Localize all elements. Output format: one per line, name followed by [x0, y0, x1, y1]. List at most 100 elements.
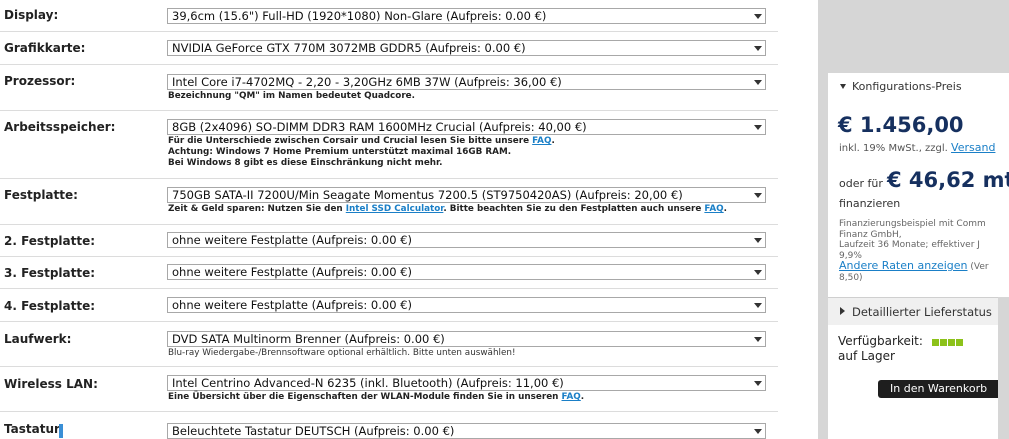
- drive-hint: Blu-ray Wiedergabe-/Brennsoftware option…: [168, 348, 516, 358]
- hint-text: . Bitte beachten Sie zu den Festplatten …: [443, 204, 705, 214]
- memory-select[interactable]: 8GB (2x4096) SO-DIMM DDR3 RAM 1600MHz Cr…: [167, 119, 766, 135]
- select-value: ohne weitere Festplatte (Aufpreis: 0.00 …: [172, 265, 412, 279]
- memory-warning: Achtung: Windows 7 Home Premium unterstü…: [168, 147, 512, 157]
- row-label: Laufwerk:: [4, 332, 72, 346]
- delivery-status-label: Detaillierter Lieferstatus: [852, 305, 992, 319]
- availability-indicator-icon: [932, 339, 939, 346]
- shipping-link[interactable]: Versand: [951, 141, 995, 154]
- select-value: ohne weitere Festplatte (Aufpreis: 0.00 …: [172, 298, 412, 312]
- harddisk-2-select[interactable]: ohne weitere Festplatte (Aufpreis: 0.00 …: [167, 232, 766, 248]
- hint-text: .: [723, 204, 728, 214]
- config-row-wlan: Wireless LAN: Intel Centrino Advanced-N …: [0, 367, 778, 412]
- select-value: DVD SATA Multinorm Brenner (Aufpreis: 0.…: [172, 332, 445, 346]
- processor-hint: Bezeichnung "QM" im Namen bedeutet Quadc…: [168, 91, 415, 101]
- hint-text: Eine Übersicht über die Eigenschaften de…: [168, 392, 562, 402]
- example-line: 8,50): [839, 272, 863, 283]
- row-label: Grafikkarte:: [4, 41, 86, 55]
- memory-warning: Bei Windows 8 gibt es diese Einschränkun…: [168, 158, 443, 168]
- hint-text: .: [551, 136, 555, 146]
- vat-note: inkl. 19% MwSt., zzgl. Versand: [839, 141, 995, 154]
- vat-text: inkl. 19% MwSt., zzgl.: [839, 143, 952, 154]
- harddisk-3-select[interactable]: ohne weitere Festplatte (Aufpreis: 0.00 …: [167, 264, 766, 280]
- select-value: NVIDIA GeForce GTX 770M 3072MB GDDR5 (Au…: [172, 41, 526, 55]
- triangle-down-icon: [840, 84, 846, 89]
- wlan-hint: Eine Übersicht über die Eigenschaften de…: [168, 392, 584, 403]
- hint-text: Für die Unterschiede zwischen Corsair un…: [168, 136, 533, 146]
- other-rates-line: Andere Raten anzeigen (Ver: [839, 259, 989, 273]
- other-rates-suffix: (Ver: [970, 262, 989, 272]
- config-row-display: Display: 39,6cm (15.6") Full-HD (1920*10…: [0, 0, 778, 32]
- select-value: 8GB (2x4096) SO-DIMM DDR3 RAM 1600MHz Cr…: [172, 120, 587, 134]
- price-box: Konfigurations-Preis € 1.456,00 inkl. 19…: [828, 73, 1009, 297]
- availability-indicator-icon: [948, 339, 955, 346]
- triangle-right-icon: [840, 307, 845, 315]
- dropdown-arrow-icon: [754, 125, 762, 130]
- harddisk-4-select[interactable]: ohne weitere Festplatte (Aufpreis: 0.00 …: [167, 297, 766, 313]
- price-box-title: Konfigurations-Preis: [852, 80, 962, 93]
- config-row-harddisk-4: 4. Festplatte: ohne weitere Festplatte (…: [0, 289, 778, 322]
- select-value: Beleuchtete Tastatur DEUTSCH (Aufpreis: …: [172, 424, 455, 438]
- row-label: Arbeitsspeicher:: [4, 120, 116, 134]
- wlan-select[interactable]: Intel Centrino Advanced-N 6235 (inkl. Bl…: [167, 375, 766, 391]
- config-row-harddisk: Festplatte: 750GB SATA-II 7200U/Min Seag…: [0, 179, 778, 225]
- config-row-processor: Prozessor: Intel Core i7-4702MQ - 2,20 -…: [0, 65, 778, 111]
- harddisk-select[interactable]: 750GB SATA-II 7200U/Min Seagate Momentus…: [167, 187, 766, 203]
- harddisk-faq-link[interactable]: FAQ: [704, 204, 723, 214]
- availability-indicator-icon: [940, 339, 947, 346]
- select-value: Intel Centrino Advanced-N 6235 (inkl. Bl…: [172, 376, 564, 390]
- other-rates-link[interactable]: Andere Raten anzeigen: [839, 259, 968, 272]
- config-row-memory: Arbeitsspeicher: 8GB (2x4096) SO-DIMM DD…: [0, 111, 778, 179]
- example-line: Finanzierungsbeispiel mit Comm: [839, 219, 986, 229]
- processor-select[interactable]: Intel Core i7-4702MQ - 2,20 - 3,20GHz 6M…: [167, 74, 766, 90]
- dropdown-arrow-icon: [754, 303, 762, 308]
- add-to-cart-button[interactable]: In den Warenkorb: [878, 380, 998, 398]
- wlan-faq-link[interactable]: FAQ: [562, 392, 581, 402]
- config-row-keyboard: Tastatur Beleuchtete Tastatur DEUTSCH (A…: [0, 412, 778, 439]
- select-value: Intel Core i7-4702MQ - 2,20 - 3,20GHz 6M…: [172, 75, 562, 89]
- text-cursor: [59, 424, 63, 438]
- financing-label: finanzieren: [839, 197, 901, 210]
- example-line: Laufzeit 36 Monate; effektiver J: [839, 240, 980, 250]
- row-label: Festplatte:: [4, 188, 78, 202]
- config-row-graphics: Grafikkarte: NVIDIA GeForce GTX 770M 307…: [0, 32, 778, 65]
- select-value: 750GB SATA-II 7200U/Min Seagate Momentus…: [172, 188, 683, 202]
- dropdown-arrow-icon: [754, 80, 762, 85]
- row-label: Display:: [4, 8, 59, 22]
- config-row-harddisk-2: 2. Festplatte: ohne weitere Festplatte (…: [0, 225, 778, 257]
- dropdown-arrow-icon: [754, 238, 762, 243]
- memory-faq-link[interactable]: FAQ: [532, 136, 551, 146]
- graphics-select[interactable]: NVIDIA GeForce GTX 770M 3072MB GDDR5 (Au…: [167, 40, 766, 56]
- select-value: ohne weitere Festplatte (Aufpreis: 0.00 …: [172, 233, 412, 247]
- drive-select[interactable]: DVD SATA Multinorm Brenner (Aufpreis: 0.…: [167, 331, 766, 347]
- memory-hint: Für die Unterschiede zwischen Corsair un…: [168, 136, 555, 147]
- row-label: 3. Festplatte:: [4, 266, 96, 280]
- row-label: Prozessor:: [4, 74, 76, 88]
- total-price: € 1.456,00: [838, 113, 964, 137]
- row-label: Tastatur: [4, 422, 60, 436]
- config-row-harddisk-3: 3. Festplatte: ohne weitere Festplatte (…: [0, 257, 778, 289]
- example-line: Finanz GmbH,: [839, 229, 902, 240]
- gutter: [778, 0, 818, 439]
- keyboard-select[interactable]: Beleuchtete Tastatur DEUTSCH (Aufpreis: …: [167, 423, 766, 439]
- row-label: 4. Festplatte:: [4, 299, 96, 313]
- delivery-status-toggle[interactable]: Detaillierter Lieferstatus: [828, 297, 998, 327]
- dropdown-arrow-icon: [754, 429, 762, 434]
- stock-status: auf Lager: [838, 349, 895, 363]
- dropdown-arrow-icon: [754, 381, 762, 386]
- row-label: 2. Festplatte:: [4, 234, 96, 248]
- dropdown-arrow-icon: [754, 46, 762, 51]
- harddisk-hint: Zeit & Geld sparen: Nutzen Sie den Intel…: [168, 204, 727, 215]
- hint-text: Zeit & Geld sparen: Nutzen Sie den: [168, 204, 346, 214]
- row-label: Wireless LAN:: [4, 377, 98, 391]
- price-box-header[interactable]: Konfigurations-Preis: [828, 73, 1009, 101]
- dropdown-arrow-icon: [754, 337, 762, 342]
- display-select[interactable]: 39,6cm (15.6") Full-HD (1920*1080) Non-G…: [167, 8, 766, 24]
- select-value: 39,6cm (15.6") Full-HD (1920*1080) Non-G…: [172, 9, 547, 23]
- availability-label: Verfügbarkeit:: [838, 334, 923, 348]
- availability-indicator-icon: [956, 339, 963, 346]
- dropdown-arrow-icon: [754, 270, 762, 275]
- dropdown-arrow-icon: [754, 14, 762, 19]
- ssd-calculator-link[interactable]: Intel SSD Calculator: [346, 204, 444, 214]
- monthly-rate: € 46,62 mtl: [887, 168, 1009, 192]
- configurator-form: Display: 39,6cm (15.6") Full-HD (1920*10…: [0, 0, 778, 439]
